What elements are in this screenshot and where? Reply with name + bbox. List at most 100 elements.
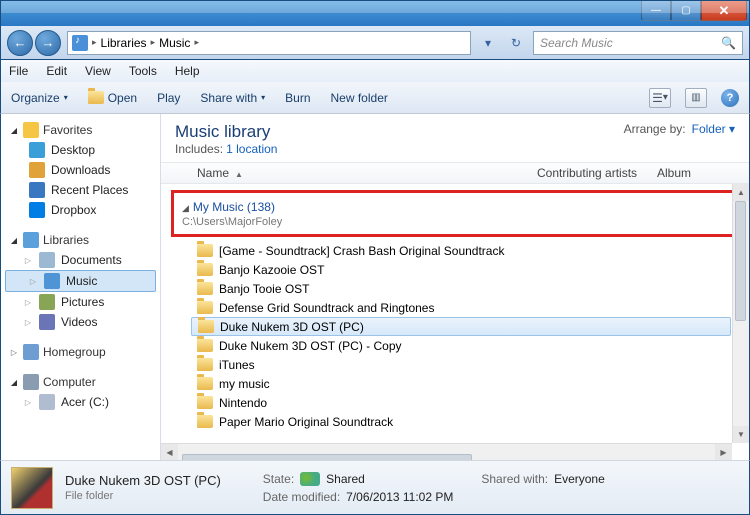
folder-icon	[198, 320, 214, 333]
nav-item-drive-c[interactable]: ▷Acer (C:)	[1, 392, 160, 412]
drive-icon	[39, 394, 55, 410]
organize-button[interactable]: Organize	[11, 91, 68, 105]
horizontal-scroll-thumb[interactable]	[182, 454, 472, 460]
back-button[interactable]: ←	[7, 30, 33, 56]
vertical-scroll-track[interactable]	[733, 201, 749, 426]
view-options-button[interactable]: ☰ ▾	[649, 88, 671, 108]
column-header-artists[interactable]: Contributing artists	[537, 166, 657, 180]
file-row[interactable]: [Game - Soundtrack] Crash Bash Original …	[191, 241, 749, 260]
group-header-my-music[interactable]: ◢My Music (138) C:\Users\MajorFoley	[171, 190, 739, 237]
nav-item-desktop[interactable]: Desktop	[1, 140, 160, 160]
forward-button[interactable]: →	[35, 30, 61, 56]
file-row[interactable]: my music	[191, 374, 749, 393]
menu-view[interactable]: View	[85, 64, 111, 78]
nav-item-downloads[interactable]: Downloads	[1, 160, 160, 180]
details-pane: Duke Nukem 3D OST (PC) File folder State…	[0, 460, 750, 515]
share-with-button[interactable]: Share with	[200, 91, 265, 105]
refresh-button[interactable]: ↻	[505, 32, 527, 54]
file-name: Banjo Kazooie OST	[219, 263, 324, 277]
details-shared-label: Shared with:	[481, 472, 548, 486]
open-button[interactable]: Open	[88, 91, 137, 105]
file-row[interactable]: iTunes	[191, 355, 749, 374]
nav-homegroup-header[interactable]: ▷ Homegroup	[1, 342, 160, 362]
minimize-button[interactable]: —	[641, 1, 671, 21]
nav-item-recent-places[interactable]: Recent Places	[1, 180, 160, 200]
file-row[interactable]: Paper Mario Original Soundtrack	[191, 412, 749, 431]
open-label: Open	[108, 91, 137, 105]
scroll-right-button[interactable]: ▶	[715, 444, 732, 461]
nav-item-dropbox[interactable]: Dropbox	[1, 200, 160, 220]
details-shared-value: Everyone	[554, 472, 605, 486]
libraries-icon	[23, 232, 39, 248]
back-forward-group: ← →	[7, 30, 61, 56]
details-modified-label: Date modified:	[263, 490, 340, 504]
breadcrumb-music[interactable]: Music	[159, 36, 190, 50]
search-placeholder: Search Music	[540, 36, 613, 50]
folder-icon	[197, 282, 213, 295]
burn-button[interactable]: Burn	[285, 91, 310, 105]
vertical-scrollbar[interactable]: ▲ ▼	[732, 184, 749, 443]
file-row[interactable]: Duke Nukem 3D OST (PC) - Copy	[191, 336, 749, 355]
folder-icon	[197, 339, 213, 352]
nav-item-videos[interactable]: ▷Videos	[1, 312, 160, 332]
folder-icon	[197, 358, 213, 371]
library-header: Music library Includes: 1 location Arran…	[161, 114, 749, 162]
menu-tools[interactable]: Tools	[129, 64, 157, 78]
expand-icon: ◢	[9, 378, 19, 387]
nav-item-pictures[interactable]: ▷Pictures	[1, 292, 160, 312]
arrange-by-control[interactable]: Arrange by: Folder ▾	[624, 122, 735, 136]
file-name: Paper Mario Original Soundtrack	[219, 415, 393, 429]
chevron-right-icon: ▷	[23, 298, 33, 307]
menu-file[interactable]: File	[9, 64, 28, 78]
search-input[interactable]: Search Music 🔍	[533, 31, 743, 55]
details-item-name: Duke Nukem 3D OST (PC)	[65, 473, 221, 488]
breadcrumb-libraries[interactable]: Libraries	[101, 36, 147, 50]
maximize-button[interactable]: ▢	[671, 1, 701, 21]
chevron-right-icon: ▷	[28, 277, 38, 286]
breadcrumb-chevron-icon: ▸	[194, 37, 199, 48]
documents-icon	[39, 252, 55, 268]
includes-locations-link[interactable]: 1 location	[226, 142, 277, 156]
help-button[interactable]: ?	[721, 89, 739, 107]
breadcrumb-chevron-icon: ▸	[92, 37, 97, 48]
address-bar[interactable]: ▸ Libraries ▸ Music ▸	[67, 31, 471, 55]
preview-pane-button[interactable]: ▥	[685, 88, 707, 108]
close-button[interactable]: ✕	[701, 1, 747, 21]
chevron-right-icon: ▷	[23, 398, 33, 407]
shared-icon	[300, 472, 320, 486]
address-history-button[interactable]: ▾	[477, 32, 499, 54]
nav-favorites-header[interactable]: ◢ Favorites	[1, 120, 160, 140]
nav-item-documents[interactable]: ▷Documents	[1, 250, 160, 270]
column-header-name[interactable]: Name▲	[197, 166, 537, 180]
horizontal-scrollbar[interactable]: ◀ ▶	[161, 443, 732, 460]
new-folder-button[interactable]: New folder	[331, 91, 388, 105]
details-state-value: Shared	[326, 472, 365, 486]
file-row[interactable]: Defense Grid Soundtrack and Ringtones	[191, 298, 749, 317]
menu-edit[interactable]: Edit	[46, 64, 67, 78]
nav-item-music[interactable]: ▷Music	[5, 270, 156, 292]
homegroup-icon	[23, 344, 39, 360]
file-name: [Game - Soundtrack] Crash Bash Original …	[219, 244, 504, 258]
file-row[interactable]: Nintendo	[191, 393, 749, 412]
nav-computer-header[interactable]: ◢ Computer	[1, 372, 160, 392]
folder-icon	[197, 244, 213, 257]
expand-icon: ◢	[9, 236, 19, 245]
scroll-up-button[interactable]: ▲	[733, 184, 749, 201]
menu-help[interactable]: Help	[175, 64, 200, 78]
window-titlebar: — ▢ ✕	[0, 0, 750, 26]
play-button[interactable]: Play	[157, 91, 180, 105]
folder-icon	[197, 263, 213, 276]
vertical-scroll-thumb[interactable]	[735, 201, 746, 321]
details-modified-value: 7/06/2013 11:02 PM	[346, 490, 453, 504]
column-header-album[interactable]: Album	[657, 166, 749, 180]
chevron-right-icon: ▷	[23, 318, 33, 327]
nav-libraries-header[interactable]: ◢ Libraries	[1, 230, 160, 250]
scroll-left-button[interactable]: ◀	[161, 444, 178, 461]
nav-computer-label: Computer	[43, 375, 96, 389]
file-row[interactable]: Duke Nukem 3D OST (PC)	[191, 317, 731, 336]
scroll-down-button[interactable]: ▼	[733, 426, 749, 443]
open-folder-icon	[88, 91, 104, 104]
file-row[interactable]: Banjo Kazooie OST	[191, 260, 749, 279]
file-row[interactable]: Banjo Tooie OST	[191, 279, 749, 298]
pictures-icon	[39, 294, 55, 310]
